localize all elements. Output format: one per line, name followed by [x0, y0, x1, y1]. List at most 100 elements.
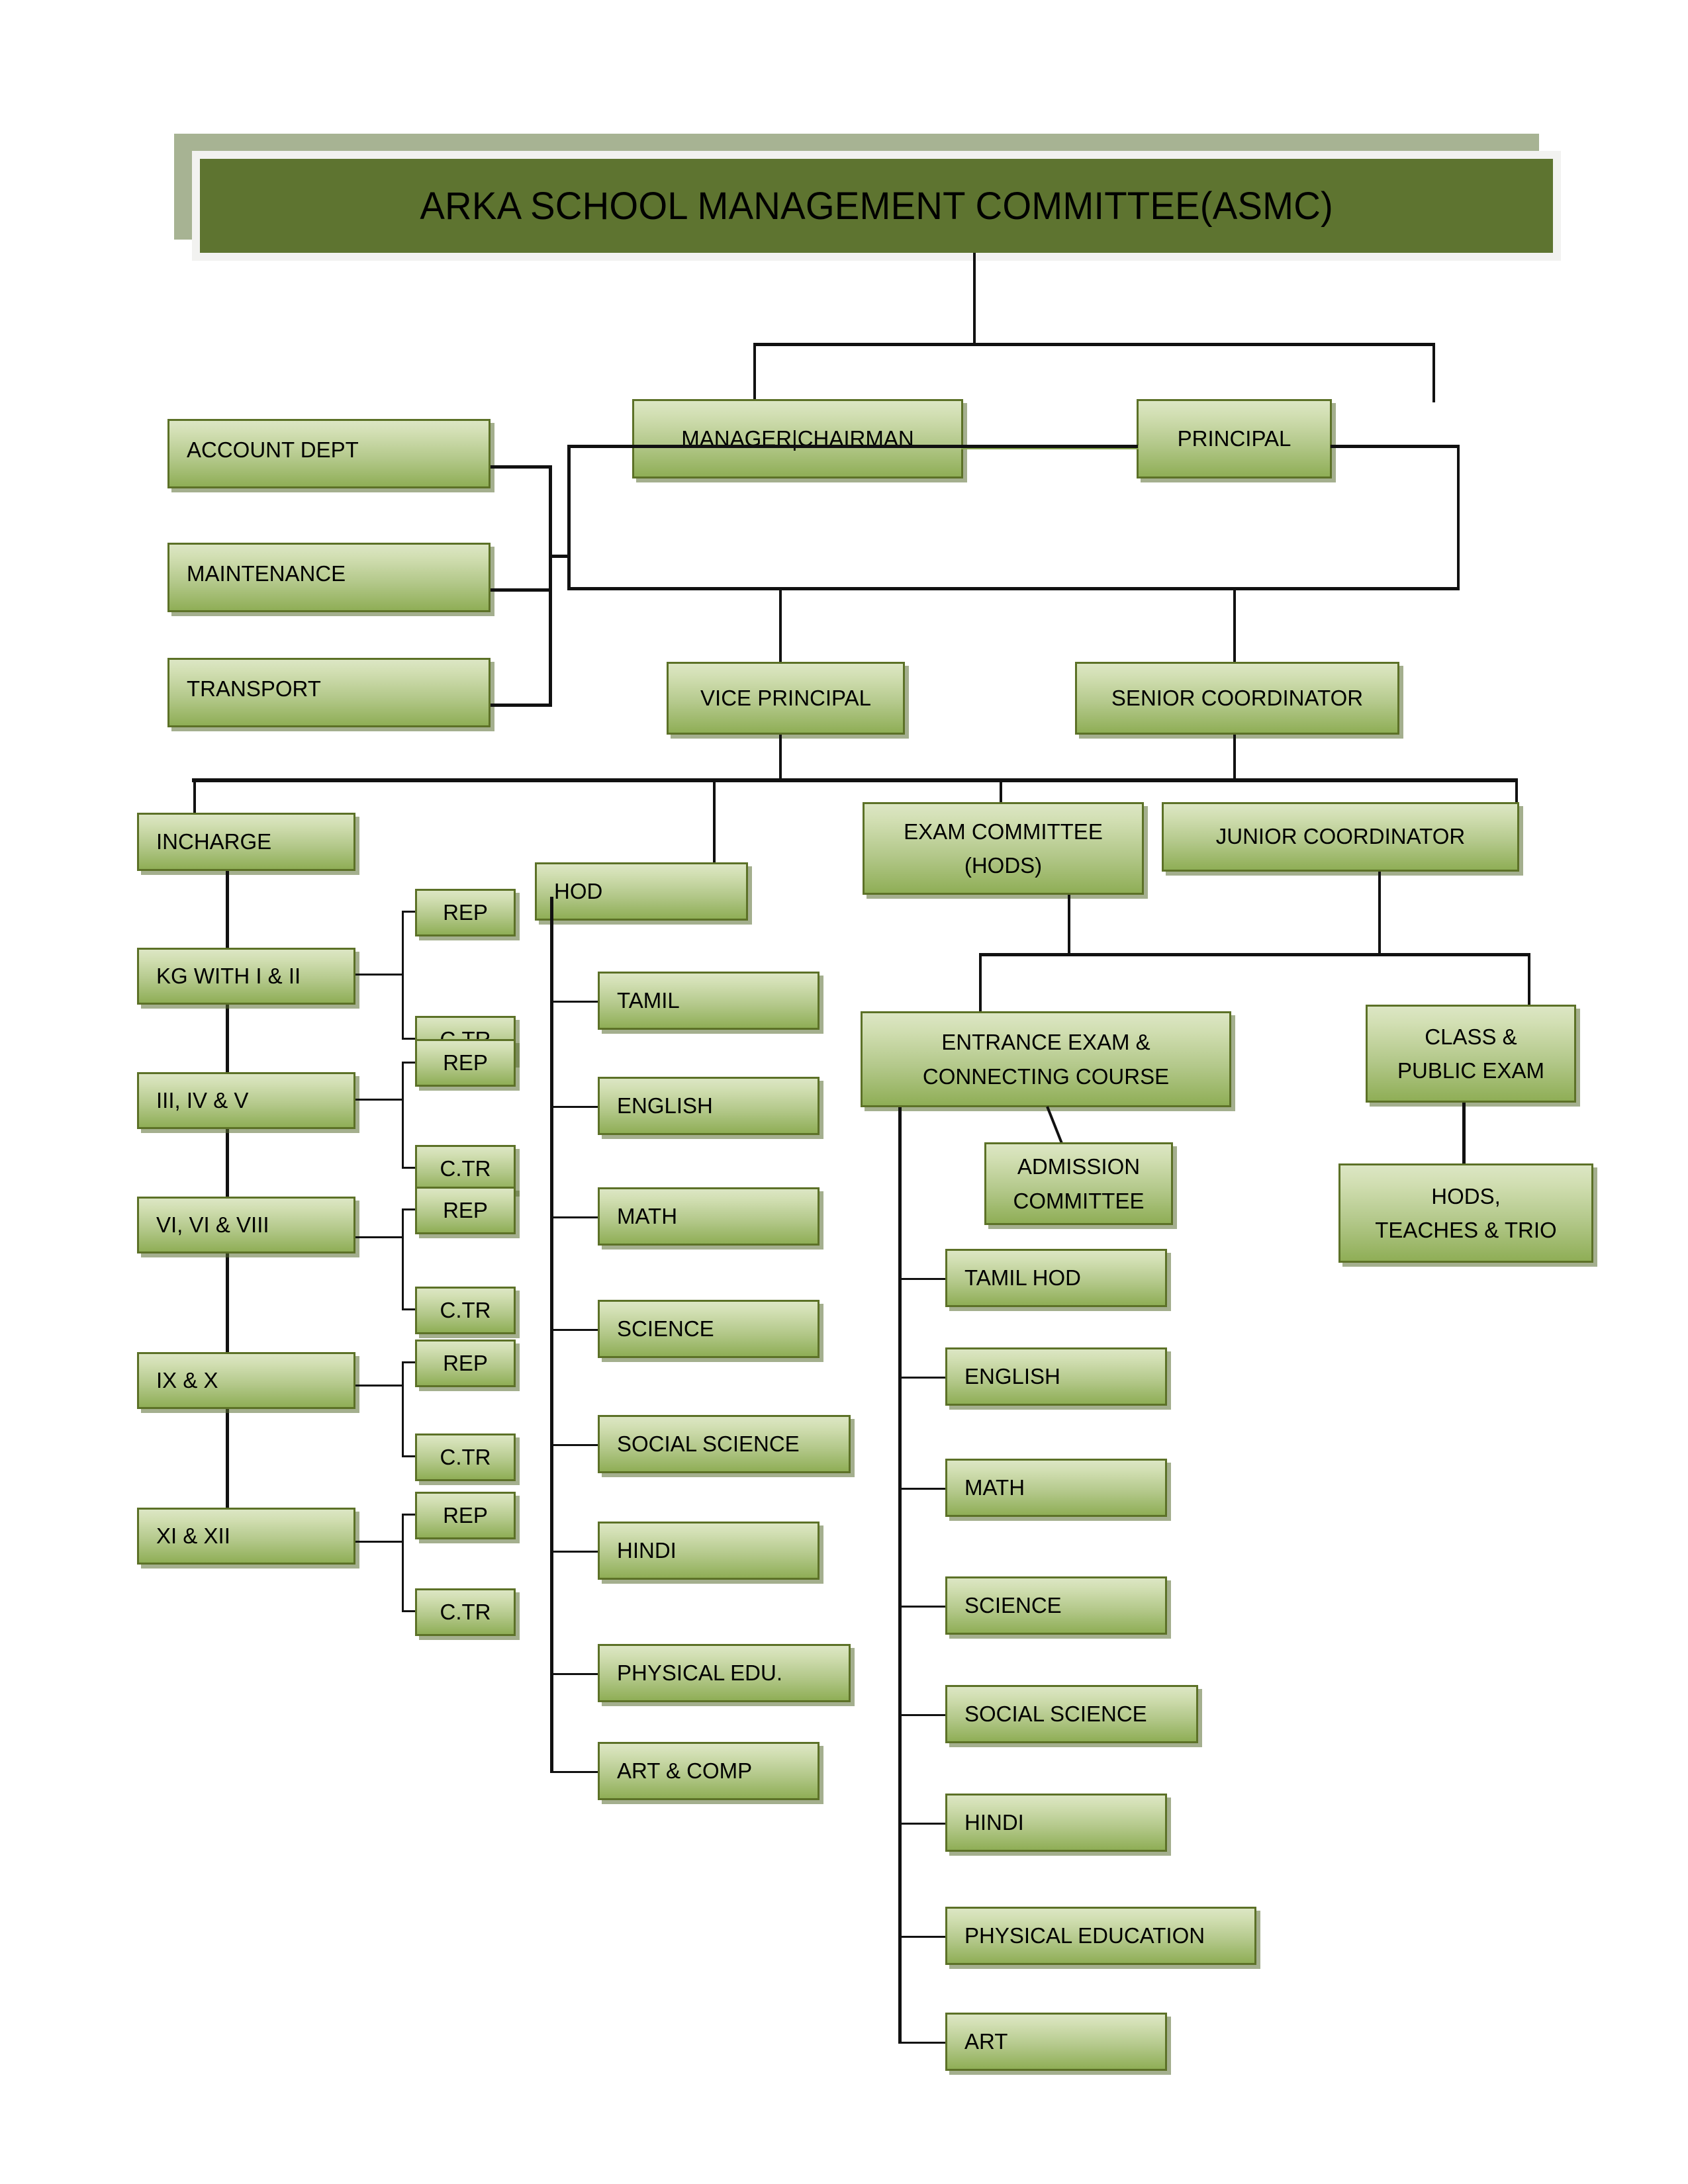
node-hod-subject-4[interactable]: SOCIAL SCIENCE	[598, 1415, 851, 1473]
node-transport-label: TRANSPORT	[187, 676, 321, 701]
connector-bus-to-manager	[753, 343, 756, 402]
connector-exam-committee-down	[1068, 895, 1070, 954]
connector-bus-to-exam-committee	[1000, 778, 1002, 805]
connector-loop-left	[567, 445, 571, 590]
node-hod-subject-7[interactable]: ART & COMP	[598, 1742, 820, 1800]
node-exam-subject-4-label: SOCIAL SCIENCE	[964, 1701, 1147, 1726]
connector-hod-subject-4	[550, 1444, 600, 1446]
connector-sc-down	[1233, 735, 1236, 781]
node-grade-4[interactable]: XI & XII	[137, 1508, 355, 1565]
node-exam-subject-5[interactable]: HINDI	[945, 1794, 1167, 1852]
node-grade-4-rep[interactable]: REP	[415, 1492, 516, 1539]
node-grade-3-rep[interactable]: REP	[415, 1340, 516, 1387]
connector-grade-0-fork	[402, 911, 404, 1040]
node-exam-subject-7-label: ART	[964, 2028, 1008, 2054]
connector-bus-to-principal	[1432, 343, 1435, 402]
node-entrance-exam-label: ENTRANCE EXAM & CONNECTING COURSE	[863, 1025, 1229, 1093]
node-grade-3-label: IX & X	[156, 1367, 218, 1392]
node-incharge[interactable]: INCHARGE	[137, 813, 355, 871]
node-grade-1[interactable]: III, IV & V	[137, 1072, 355, 1129]
node-hod-subject-6[interactable]: PHYSICAL EDU.	[598, 1644, 851, 1702]
node-exam-subject-4[interactable]: SOCIAL SCIENCE	[945, 1685, 1198, 1743]
connector-grade-3-fork	[402, 1361, 404, 1457]
node-entrance-exam[interactable]: ENTRANCE EXAM & CONNECTING COURSE	[861, 1011, 1231, 1107]
node-exam-committee-label: EXAM COMMITTEE (HODS)	[865, 815, 1142, 882]
connector-grade-4-fork	[402, 1514, 404, 1612]
node-transport[interactable]: TRANSPORT	[167, 658, 491, 727]
connector-hod-subject-3	[550, 1329, 600, 1331]
node-hod-subject-1-label: ENGLISH	[617, 1093, 713, 1118]
node-admission-committee-line1: ADMISSION	[1017, 1154, 1141, 1179]
node-grade-0[interactable]: KG WITH I & II	[137, 948, 355, 1005]
connector-loop-bottom	[567, 587, 1460, 590]
node-exam-subject-6[interactable]: PHYSICAL EDUCATION	[945, 1907, 1256, 1965]
connector-hod-subject-1	[550, 1106, 600, 1108]
node-senior-coordinator-label: SENIOR COORDINATOR	[1111, 685, 1364, 710]
node-exam-subject-1[interactable]: ENGLISH	[945, 1347, 1167, 1406]
node-hod-subject-0[interactable]: TAMIL	[598, 972, 820, 1030]
node-grade-2-rep[interactable]: REP	[415, 1187, 516, 1234]
node-hod-subject-2[interactable]: MATH	[598, 1187, 820, 1246]
node-vice-principal[interactable]: VICE PRINCIPAL	[667, 662, 905, 735]
connector-exam-subject-6	[898, 1936, 948, 1938]
node-grade-2-label: VI, VI & VIII	[156, 1212, 269, 1237]
node-hod-subject-3-label: SCIENCE	[617, 1316, 714, 1341]
connector-loop-to-senior-coordinator	[1233, 587, 1236, 664]
node-grade-0-rep[interactable]: REP	[415, 889, 516, 936]
node-grade-3[interactable]: IX & X	[137, 1352, 355, 1409]
connector-loop-to-vice-principal	[779, 587, 782, 664]
node-grade-3-rep-label: REP	[443, 1350, 488, 1375]
node-principal-label: PRINCIPAL	[1177, 426, 1291, 451]
node-admission-committee[interactable]: ADMISSION COMMITTEE	[984, 1142, 1173, 1225]
connector-title-to-bus	[973, 253, 976, 345]
node-exam-subject-2[interactable]: MATH	[945, 1459, 1167, 1517]
node-grade-1-ctr-label: C.TR	[440, 1156, 491, 1181]
connector-exam-subject-2	[898, 1488, 948, 1490]
node-grade-4-ctr[interactable]: C.TR	[415, 1588, 516, 1636]
node-class-public-exam-line1: CLASS &	[1425, 1024, 1517, 1049]
node-hod[interactable]: HOD	[535, 862, 748, 921]
connector-grade-0-out	[355, 974, 404, 976]
node-class-public-exam[interactable]: CLASS & PUBLIC EXAM	[1366, 1005, 1576, 1103]
node-class-public-exam-line2: PUBLIC EXAM	[1397, 1058, 1544, 1083]
node-hods-teachers-trio-label: HODS, TEACHES & TRIO	[1340, 1179, 1591, 1247]
node-hods-teachers-trio[interactable]: HODS, TEACHES & TRIO	[1338, 1163, 1593, 1263]
node-hod-subject-6-label: PHYSICAL EDU.	[617, 1660, 783, 1685]
node-hod-subject-2-label: MATH	[617, 1203, 678, 1228]
connector-exam-subject-3	[898, 1606, 948, 1608]
node-grade-2-ctr-label: C.TR	[440, 1297, 491, 1322]
connector-main-bus	[192, 778, 1518, 782]
node-exam-subject-1-label: ENGLISH	[964, 1363, 1060, 1388]
node-exam-committee[interactable]: EXAM COMMITTEE (HODS)	[863, 802, 1144, 895]
node-grade-0-rep-label: REP	[443, 899, 488, 925]
node-hod-subject-7-label: ART & COMP	[617, 1758, 753, 1783]
node-principal[interactable]: PRINCIPAL	[1137, 399, 1332, 478]
node-hod-subject-5[interactable]: HINDI	[598, 1522, 820, 1580]
node-account-dept[interactable]: ACCOUNT DEPT	[167, 419, 491, 488]
node-junior-coordinator[interactable]: JUNIOR COORDINATOR	[1162, 802, 1519, 872]
node-exam-subject-0[interactable]: TAMIL HOD	[945, 1249, 1167, 1307]
node-exam-subject-7[interactable]: ART	[945, 2013, 1167, 2071]
node-grade-1-ctr[interactable]: C.TR	[415, 1145, 516, 1193]
node-maintenance[interactable]: MAINTENANCE	[167, 543, 491, 612]
node-hod-subject-5-label: HINDI	[617, 1537, 677, 1563]
connector-dept-spine	[549, 465, 552, 707]
node-grade-2-ctr[interactable]: C.TR	[415, 1287, 516, 1334]
connector-hod-subject-2	[550, 1216, 600, 1218]
node-hod-subject-1[interactable]: ENGLISH	[598, 1077, 820, 1135]
node-manager-chairman[interactable]: MANAGER|CHAIRMAN	[632, 399, 963, 478]
node-exam-subject-3[interactable]: SCIENCE	[945, 1576, 1167, 1635]
connector-hod-subject-7	[550, 1771, 600, 1773]
node-entrance-exam-line2: CONNECTING COURSE	[922, 1064, 1170, 1089]
node-grade-1-rep[interactable]: REP	[415, 1039, 516, 1087]
connector-maintenance-stub	[491, 588, 551, 592]
connector-exam-subject-1	[898, 1377, 948, 1379]
node-admission-committee-line2: COMMITTEE	[1013, 1188, 1145, 1213]
node-hod-subject-3[interactable]: SCIENCE	[598, 1300, 820, 1358]
node-senior-coordinator[interactable]: SENIOR COORDINATOR	[1075, 662, 1399, 735]
connector-class-public-to-hods	[1462, 1103, 1466, 1169]
connector-exam-subject-spine	[898, 1107, 902, 2044]
connector-sub-bus-to-class-public	[1528, 953, 1530, 1005]
node-grade-2[interactable]: VI, VI & VIII	[137, 1197, 355, 1253]
node-grade-3-ctr[interactable]: C.TR	[415, 1433, 516, 1481]
